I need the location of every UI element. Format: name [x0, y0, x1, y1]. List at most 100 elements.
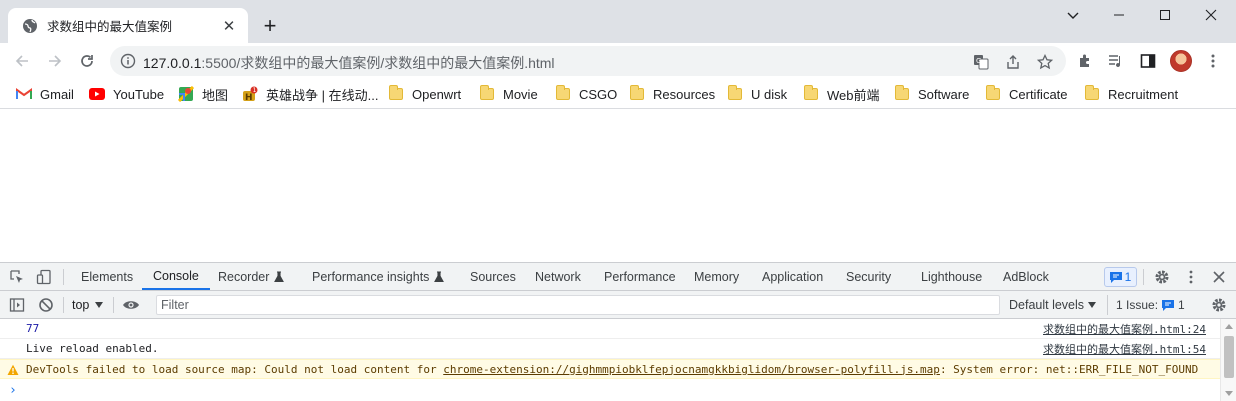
scroll-down-arrow-icon[interactable]	[1225, 391, 1233, 396]
svg-text:H: H	[245, 93, 253, 102]
extensions-puzzle-icon[interactable]	[1075, 51, 1095, 71]
back-button[interactable]	[8, 47, 36, 75]
tab-recorder[interactable]: Recorder	[218, 263, 285, 290]
close-window-button[interactable]	[1188, 0, 1234, 30]
devtools-tab-bar: Elements Console Recorder Performance in…	[0, 263, 1236, 291]
svg-text:1: 1	[253, 87, 257, 94]
profile-avatar[interactable]	[1170, 50, 1192, 72]
address-bar[interactable]: 127.0.0.1:5500/求数组中的最大值案例/求数组中的最大值案例.htm…	[110, 46, 1066, 76]
maximize-button[interactable]	[1142, 0, 1188, 30]
reload-icon	[81, 55, 93, 67]
folder-icon	[479, 85, 495, 102]
bookmark-folder-resources[interactable]: Resources	[629, 84, 715, 104]
tab-security[interactable]: Security	[846, 263, 891, 290]
bookmark-label: Certificate	[1009, 86, 1068, 102]
browser-tab[interactable]: 求数组中的最大值案例 ✕	[8, 8, 248, 43]
bookmark-gmail[interactable]: Gmail	[16, 84, 74, 104]
log-source-link[interactable]: 求数组中的最大值案例.html:24	[1043, 321, 1206, 337]
tab-adblock[interactable]: AdBlock	[1003, 263, 1049, 290]
bookmark-folder-software[interactable]: Software	[894, 84, 969, 104]
console-filter-input[interactable]	[156, 295, 1000, 315]
toolbar-divider	[113, 297, 114, 313]
kebab-menu-icon[interactable]	[1203, 51, 1223, 71]
tab-close-icon[interactable]: ✕	[220, 17, 238, 35]
arrow-right-icon	[49, 55, 62, 67]
settings-gear-icon[interactable]	[1153, 268, 1171, 286]
bookmark-label: CSGO	[579, 86, 618, 102]
tab-memory[interactable]: Memory	[694, 263, 739, 290]
bookmark-maps[interactable]: 地图	[178, 84, 228, 104]
issue-counter[interactable]: 1 Issue: 1	[1107, 295, 1185, 315]
tab-elements[interactable]: Elements	[81, 263, 133, 290]
maps-icon	[178, 86, 194, 102]
issue-counter-value: 1	[1178, 298, 1185, 312]
bookmark-folder-movie[interactable]: Movie	[479, 84, 538, 104]
console-settings-gear-icon[interactable]	[1210, 296, 1228, 314]
clear-console-icon[interactable]	[37, 296, 55, 314]
console-scrollbar[interactable]	[1220, 319, 1236, 401]
scrollbar-thumb[interactable]	[1224, 336, 1234, 378]
bookmark-game[interactable]: H1 英雄战争 | 在线动...	[242, 84, 378, 104]
bookmark-label: Resources	[653, 86, 716, 102]
tab-console[interactable]: Console	[142, 263, 210, 290]
issues-badge[interactable]: 1	[1104, 267, 1137, 287]
devtools-panel: Elements Console Recorder Performance in…	[0, 262, 1236, 401]
new-tab-button[interactable]: +	[258, 14, 282, 38]
tab-search-button[interactable]	[1050, 0, 1096, 30]
scroll-up-arrow-icon[interactable]	[1225, 324, 1233, 329]
issues-badge-count: 1	[1124, 270, 1132, 284]
live-expression-eye-icon[interactable]	[122, 296, 140, 314]
device-toolbar-icon[interactable]	[35, 268, 53, 286]
forward-button[interactable]	[41, 47, 69, 75]
bookmark-star-icon[interactable]	[1036, 53, 1054, 71]
folder-icon	[894, 85, 910, 102]
svg-text:G: G	[976, 57, 981, 65]
show-sidebar-icon[interactable]	[8, 296, 26, 314]
youtube-icon	[89, 86, 105, 102]
url-text[interactable]: 127.0.0.1:5500/求数组中的最大值案例/求数组中的最大值案例.htm…	[143, 53, 555, 73]
minimize-button[interactable]	[1096, 0, 1142, 30]
close-devtools-icon[interactable]	[1210, 268, 1228, 286]
bookmark-folder-csgo[interactable]: CSGO	[555, 84, 617, 104]
log-levels-select[interactable]: Default levels	[1009, 296, 1097, 314]
tab-label: Recorder	[218, 269, 270, 284]
folder-icon	[1084, 85, 1100, 102]
tab-sources[interactable]: Sources	[470, 263, 516, 290]
bookmark-label: Recruitment	[1108, 86, 1179, 102]
log-source-link[interactable]: 求数组中的最大值案例.html:54	[1043, 341, 1206, 357]
arrow-left-icon	[15, 55, 28, 67]
folder-icon	[803, 85, 819, 102]
bookmark-label: 英雄战争 | 在线动...	[266, 87, 379, 103]
warning-prefix: DevTools failed to load source map: Coul…	[26, 362, 444, 376]
bookmark-folder-openwrt[interactable]: Openwrt	[388, 84, 461, 104]
devtools-kebab-menu-icon[interactable]	[1182, 268, 1200, 286]
side-panel-icon[interactable]	[1138, 51, 1158, 71]
tab-lighthouse[interactable]: Lighthouse	[921, 263, 982, 290]
context-select[interactable]: top	[72, 296, 104, 314]
tab-label: Performance insights	[312, 269, 430, 284]
bookmark-folder-web[interactable]: Web前端	[803, 84, 880, 104]
flask-icon	[274, 270, 285, 282]
bookmark-folder-recruitment[interactable]: Recruitment	[1084, 84, 1178, 104]
warning-suffix: : System error: net::ERR_FILE_NOT_FOUND	[939, 362, 1199, 376]
bookmark-youtube[interactable]: YouTube	[89, 84, 164, 104]
translate-icon[interactable]: G	[972, 53, 990, 71]
console-warning-row: DevTools failed to load source map: Coul…	[0, 359, 1220, 379]
reading-list-icon[interactable]	[1106, 51, 1126, 71]
bookmark-folder-certificate[interactable]: Certificate	[985, 84, 1068, 104]
inspect-element-icon[interactable]	[8, 268, 26, 286]
chevron-down-icon	[1067, 12, 1079, 19]
site-info-icon[interactable]	[120, 53, 136, 69]
log-levels-label: Default levels	[1009, 298, 1085, 312]
reload-button[interactable]	[73, 47, 101, 75]
source-map-link[interactable]: chrome-extension://gighmmpiobklfepjocnam…	[443, 363, 940, 376]
warning-triangle-icon	[7, 364, 19, 375]
tab-performance[interactable]: Performance	[604, 263, 676, 290]
tab-network[interactable]: Network	[535, 263, 581, 290]
toolbar-divider	[1143, 269, 1144, 285]
bookmark-folder-udisk[interactable]: U disk	[727, 84, 787, 104]
tab-performance-insights[interactable]: Performance insights	[312, 263, 445, 290]
share-icon[interactable]	[1004, 53, 1022, 71]
tab-application[interactable]: Application	[762, 263, 823, 290]
console-prompt-row[interactable]: ›	[0, 380, 1220, 400]
